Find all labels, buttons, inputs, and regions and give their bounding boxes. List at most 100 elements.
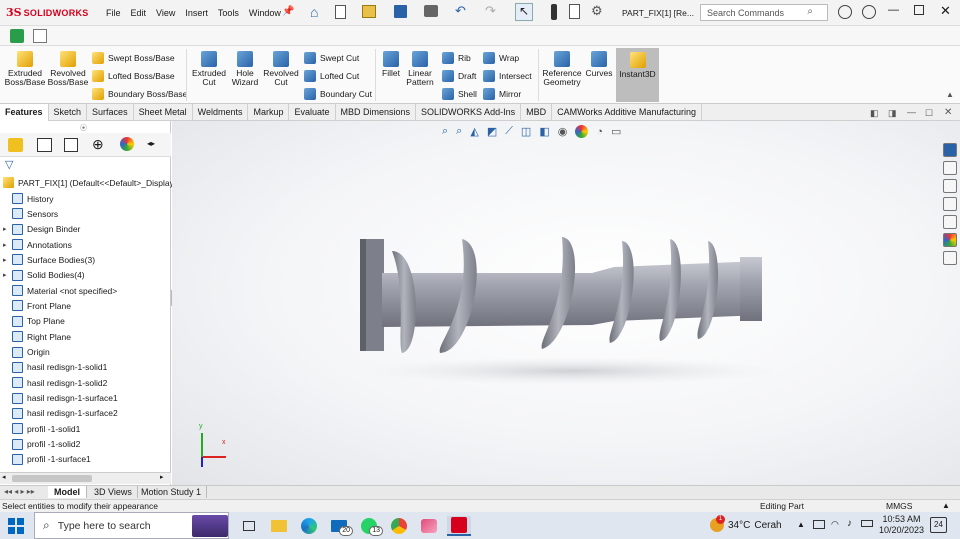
menu-insert[interactable]: Insert — [185, 8, 208, 18]
scrollbar-thumb[interactable] — [12, 475, 92, 482]
tab-evaluate[interactable]: Evaluate — [289, 104, 336, 121]
expand-arrow-icon[interactable]: ▸ — [3, 271, 12, 279]
tree-item[interactable]: ▸ Surface Bodies(3) — [3, 252, 95, 267]
shell-button[interactable]: Shell — [442, 88, 477, 100]
search-commands-input[interactable]: Search Commands ⌕ — [700, 4, 828, 21]
tree-item[interactable]: hasil redisgn-1-surface2 — [3, 406, 118, 421]
feature-manager-tab-icon[interactable] — [8, 138, 23, 152]
tree-item[interactable]: ▸ Solid Bodies(4) — [3, 268, 85, 283]
dynamic-annotation-icon[interactable]: ⟋ — [505, 125, 513, 138]
draft-button[interactable]: Draft — [442, 70, 476, 82]
viewport-maximize-icon[interactable]: ☐ — [925, 108, 933, 119]
lofted-boss-button[interactable]: Lofted Boss/Base — [92, 70, 175, 82]
view-orientation-icon[interactable]: ◫ — [521, 125, 531, 138]
tab-motion-study[interactable]: Motion Study 1 — [136, 486, 208, 498]
mirror-button[interactable]: Mirror — [483, 88, 521, 100]
print-icon[interactable] — [424, 5, 438, 17]
menu-file[interactable]: File — [106, 8, 121, 18]
dimxpert-manager-tab-icon[interactable]: ⊕ — [92, 136, 104, 153]
tree-item[interactable]: profil -1-solid1 — [3, 421, 80, 436]
command-manager-icon[interactable] — [10, 29, 24, 43]
tab-solidworks-addins[interactable]: SOLIDWORKS Add-Ins — [416, 104, 522, 121]
minimize-window-icon[interactable]: — — [888, 4, 899, 16]
swept-boss-button[interactable]: Swept Boss/Base — [92, 52, 175, 64]
edge-taskbar-button[interactable] — [297, 516, 321, 536]
hide-show-items-icon[interactable]: ◉ — [558, 125, 568, 138]
bottom-nav-arrows-icon[interactable]: ◂◂ ◂ ▸ ▸▸ — [4, 487, 35, 496]
rebuild-traffic-light-icon[interactable] — [551, 4, 557, 20]
unit-system[interactable]: MMGS — [886, 501, 912, 511]
tab-markup[interactable]: Markup — [248, 104, 290, 121]
file-properties-icon[interactable] — [569, 4, 580, 19]
extruded-cut-button[interactable]: Extruded Cut — [190, 51, 228, 87]
tab-mbd[interactable]: MBD — [521, 104, 553, 121]
help-icon[interactable] — [838, 5, 852, 19]
revolved-cut-button[interactable]: Revolved Cut — [262, 51, 300, 87]
file-explorer-icon[interactable] — [943, 179, 957, 193]
tree-item[interactable]: profil -1-surface1 — [3, 452, 91, 467]
maximize-window-icon[interactable] — [914, 5, 924, 15]
expand-arrow-icon[interactable]: ▸ — [3, 225, 12, 233]
tree-item[interactable]: ▸ Annotations — [3, 237, 72, 252]
linear-pattern-button[interactable]: Linear Pattern — [404, 51, 436, 87]
taskbar-search-box[interactable]: ⌕ Type here to search — [34, 512, 229, 539]
home-icon[interactable]: ⌂ — [310, 4, 318, 20]
new-document-icon[interactable] — [335, 5, 346, 19]
section-view-icon[interactable]: ◩ — [487, 125, 497, 138]
reference-geometry-button[interactable]: Reference Geometry — [541, 51, 583, 87]
display-manager-tab-icon[interactable] — [120, 137, 134, 151]
screw-part-model[interactable] — [352, 221, 772, 391]
filter-icon[interactable]: ▽ — [5, 158, 13, 171]
configuration-manager-tab-icon[interactable] — [64, 138, 78, 152]
menu-view[interactable]: View — [156, 8, 175, 18]
view-palette-icon[interactable] — [943, 197, 957, 211]
tab-surfaces[interactable]: Surfaces — [87, 104, 134, 121]
apply-scene-icon[interactable]: ◔ — [596, 126, 603, 138]
whatsapp-taskbar-button[interactable]: 13 — [357, 516, 383, 536]
tab-weldments[interactable]: Weldments — [193, 104, 249, 121]
menu-edit[interactable]: Edit — [131, 8, 147, 18]
tab-model[interactable]: Model — [48, 486, 87, 498]
panel-grip-icon[interactable]: ⦿ — [80, 123, 87, 133]
tree-item[interactable]: History — [3, 191, 53, 206]
scroll-left-icon[interactable]: ◂ — [2, 473, 6, 481]
select-pointer-icon[interactable]: ↖ — [515, 3, 533, 21]
snipping-tool-taskbar-button[interactable] — [417, 516, 441, 536]
custom-properties-icon[interactable] — [943, 251, 957, 265]
menu-window[interactable]: Window — [249, 8, 281, 18]
instant3d-button[interactable]: Instant3D — [616, 48, 659, 102]
scroll-right-icon[interactable]: ▸ — [160, 473, 164, 481]
redo-icon[interactable]: ↷ — [485, 3, 496, 19]
tab-camworks-additive[interactable]: CAMWorks Additive Manufacturing — [552, 104, 702, 121]
rib-button[interactable]: Rib — [442, 52, 471, 64]
tree-item[interactable]: profil -1-solid2 — [3, 437, 80, 452]
collapse-ribbon-icon[interactable]: ▲ — [946, 90, 954, 99]
boundary-cut-button[interactable]: Boundary Cut — [304, 88, 372, 100]
panel-scroll-tabs-icon[interactable]: ◂▸ — [147, 139, 155, 148]
tree-item[interactable]: Right Plane — [3, 329, 71, 344]
zoom-to-fit-icon[interactable]: ⌕ — [442, 125, 448, 138]
solidworks-taskbar-button[interactable] — [447, 515, 471, 536]
undo-icon[interactable]: ↶ — [455, 3, 466, 19]
3d-content-central-icon[interactable] — [943, 215, 957, 229]
close-window-icon[interactable]: ✕ — [940, 3, 951, 19]
network-wifi-icon[interactable]: ◠ — [831, 519, 839, 530]
viewport-restore-icon[interactable]: ◧ — [870, 108, 879, 119]
tab-features[interactable]: Features — [0, 104, 49, 121]
open-folder-icon[interactable] — [362, 5, 376, 18]
curves-button[interactable]: Curves — [584, 51, 614, 78]
expand-arrow-icon[interactable]: ▸ — [3, 256, 12, 264]
tree-item[interactable]: Material <not specified> — [3, 283, 117, 298]
tree-item[interactable]: Sensors — [3, 206, 58, 221]
battery-icon[interactable] — [861, 520, 873, 527]
fillet-button[interactable]: Fillet — [378, 51, 404, 78]
windows-start-icon[interactable] — [8, 517, 24, 534]
quick-access-icon[interactable] — [33, 29, 47, 43]
view-settings-icon[interactable]: ▭ — [611, 125, 621, 138]
chrome-taskbar-button[interactable] — [387, 516, 411, 536]
pin-icon[interactable]: 📌 — [282, 6, 294, 17]
notification-center-icon[interactable]: 24 — [930, 517, 947, 533]
tree-item[interactable]: Origin — [3, 345, 50, 360]
hole-wizard-button[interactable]: Hole Wizard — [228, 51, 262, 87]
clock[interactable]: 10:53 AM 10/20/2023 — [879, 514, 924, 536]
